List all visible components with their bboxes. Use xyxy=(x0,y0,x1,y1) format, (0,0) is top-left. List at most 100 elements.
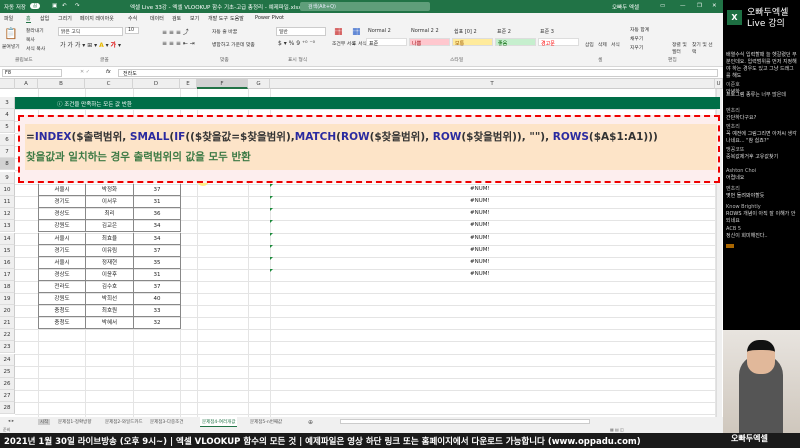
style-name[interactable]: Normal 2 2 xyxy=(409,27,450,35)
table-cell[interactable]: 경기도 xyxy=(38,196,86,209)
formula-result-cell[interactable]: #NUM! xyxy=(470,235,490,241)
sheet-tab[interactable]: 문제점3-다중조건 xyxy=(150,419,183,425)
row-header[interactable]: 13 xyxy=(0,220,15,233)
table-cell[interactable]: 최호원 xyxy=(85,305,134,318)
row-header[interactable]: 28 xyxy=(0,401,15,414)
paste-icon[interactable]: 📋 xyxy=(4,27,18,40)
menu-tab[interactable]: 삽입 xyxy=(40,15,49,22)
column-header[interactable]: A xyxy=(15,79,38,89)
table-cell[interactable]: 경기도 xyxy=(38,244,86,257)
table-cell[interactable]: 경상도 xyxy=(38,208,86,221)
font-name-select[interactable]: 맑은 고딕 xyxy=(58,27,123,36)
row-header[interactable]: 6 xyxy=(0,133,15,146)
formula-result-cell[interactable]: #NUM! xyxy=(470,198,490,204)
table-cell[interactable]: 충청도 xyxy=(38,317,86,330)
sheet-tab[interactable]: 문제점2-와일드카드 xyxy=(105,419,143,425)
number-format-icons[interactable]: $ ▾ % 9 ⁺⁰ ⁻⁰ xyxy=(278,40,315,47)
clear-button[interactable]: 지우기 xyxy=(630,44,643,51)
menu-tab[interactable]: 검토 xyxy=(172,15,181,22)
add-sheet-icon[interactable]: ⊕ xyxy=(308,419,313,426)
select-all[interactable] xyxy=(0,79,15,89)
column-header[interactable]: F xyxy=(197,79,248,89)
style-swatch[interactable]: 보통 xyxy=(452,38,493,47)
menu-tab[interactable]: 그리기 xyxy=(58,15,72,22)
table-cell[interactable]: 충청도 xyxy=(38,305,86,318)
column-header[interactable]: G xyxy=(248,79,270,89)
row-header[interactable]: 17 xyxy=(0,268,15,281)
menu-tab[interactable]: 보기 xyxy=(190,15,199,22)
row-header[interactable]: 9 xyxy=(0,172,15,185)
redo-icon[interactable]: ↷ xyxy=(75,3,80,9)
tab-scroll-icons[interactable]: ◂ ▸ xyxy=(8,419,14,424)
table-cell[interactable]: 35 xyxy=(133,256,181,269)
column-header[interactable]: C xyxy=(85,79,133,89)
style-name[interactable]: Normal 2 xyxy=(366,27,407,35)
formula-result-cell[interactable]: #NUM! xyxy=(470,247,490,253)
table-cell[interactable]: 전라도 xyxy=(38,280,86,293)
cancel-confirm-icons[interactable]: ✕ ✓ xyxy=(80,69,90,75)
formula-result-cell[interactable]: #NUM! xyxy=(470,271,490,277)
table-format-button[interactable]: 표 서식 xyxy=(352,40,367,47)
row-header[interactable]: 23 xyxy=(0,341,15,354)
style-swatch[interactable]: 나쁨 xyxy=(409,38,450,47)
table-cell[interactable]: 김수호 xyxy=(85,280,134,293)
row-header[interactable]: 25 xyxy=(0,365,15,378)
style-swatch[interactable]: 좋음 xyxy=(495,38,536,47)
style-swatch[interactable]: 표준 xyxy=(366,38,407,47)
conditional-format-icon[interactable]: ▦ xyxy=(334,27,343,37)
table-cell[interactable]: 김교은 xyxy=(85,220,134,233)
minimize-icon[interactable]: — xyxy=(680,3,686,9)
formula-input[interactable]: 전라도 xyxy=(118,69,718,77)
table-cell[interactable]: 37 xyxy=(133,280,181,293)
table-cell[interactable]: 31 xyxy=(133,268,181,281)
table-cell[interactable]: 37 xyxy=(133,244,181,257)
row-header[interactable]: 3 xyxy=(0,97,15,109)
style-name[interactable]: 쉼표 [0] 2 xyxy=(452,27,493,35)
column-header[interactable]: U xyxy=(715,79,723,89)
name-box[interactable]: F8 xyxy=(2,69,62,77)
table-cell[interactable]: 서울시 xyxy=(38,232,86,245)
row-header[interactable]: 21 xyxy=(0,317,15,330)
undo-icon[interactable]: ↶ xyxy=(62,3,67,9)
menu-tab[interactable]: 수식 xyxy=(128,15,137,22)
menu-tab[interactable]: 데이터 xyxy=(150,15,164,22)
row-header[interactable]: 12 xyxy=(0,208,15,221)
row-header[interactable]: 27 xyxy=(0,389,15,402)
paste-button[interactable]: 붙여넣기 xyxy=(2,43,20,50)
row-header[interactable]: 14 xyxy=(0,232,15,245)
column-header[interactable]: B xyxy=(38,79,85,89)
row-header[interactable]: 19 xyxy=(0,293,15,306)
close-icon[interactable]: ✕ xyxy=(712,3,717,9)
sort-filter-button[interactable]: 정렬 및 필터 xyxy=(672,41,692,55)
table-cell[interactable]: 34 xyxy=(133,232,181,245)
search-input[interactable]: 검색(Alt+Q) xyxy=(300,2,430,11)
find-select-button[interactable]: 찾기 및 선택 xyxy=(692,41,714,55)
view-icons[interactable]: ▦ ▤ ◫ xyxy=(610,427,624,432)
table-cell[interactable]: 이서우 xyxy=(85,196,134,209)
insert-cells-button[interactable]: 삽입 xyxy=(585,41,594,48)
table-cell[interactable]: 서울시 xyxy=(38,184,86,197)
row-header[interactable]: 5 xyxy=(0,121,15,134)
fx-button[interactable]: fx xyxy=(106,69,111,75)
table-cell[interactable]: 최리 xyxy=(85,208,134,221)
sheet-tab[interactable]: 문제점1-정확방향 xyxy=(58,419,91,425)
format-painter-button[interactable]: 서식 복사 xyxy=(26,45,45,52)
table-cell[interactable]: 최효율 xyxy=(85,232,134,245)
format-cells-button[interactable]: 서식 xyxy=(611,41,620,48)
style-swatch[interactable]: 경고문 xyxy=(538,38,579,47)
table-cell[interactable]: 31 xyxy=(133,196,181,209)
row-header[interactable]: 7 xyxy=(0,145,15,158)
autosum-button[interactable]: 자동 합계 xyxy=(630,26,649,33)
table-cell[interactable]: 강원도 xyxy=(38,293,86,305)
delete-cells-button[interactable]: 삭제 xyxy=(598,41,607,48)
restore-icon[interactable]: ❐ xyxy=(697,3,702,9)
table-cell[interactable]: 경상도 xyxy=(38,268,86,281)
row-header[interactable]: 10 xyxy=(0,184,15,197)
table-cell[interactable]: 37 xyxy=(133,184,181,197)
table-format-icon[interactable]: ▦ xyxy=(352,27,361,37)
sheet-tab[interactable]: 문제점4-여러개값 xyxy=(200,417,238,427)
column-header[interactable]: E xyxy=(180,79,197,89)
row-header[interactable]: 11 xyxy=(0,196,15,209)
horizontal-scrollbar[interactable] xyxy=(340,419,590,424)
menu-tab[interactable]: 도움말 xyxy=(230,15,244,22)
